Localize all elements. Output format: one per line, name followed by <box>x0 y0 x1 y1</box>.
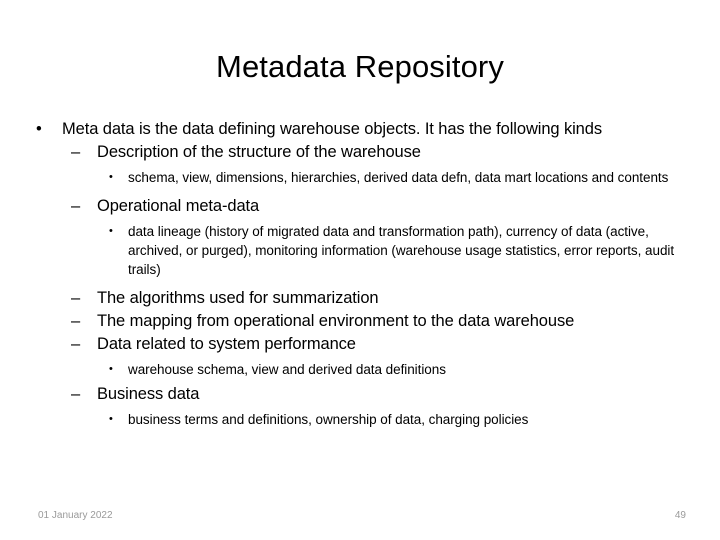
bullet-item-level3: • schema, view, dimensions, hierarchies,… <box>0 168 720 187</box>
dash-icon: – <box>71 385 81 403</box>
bullet-text: Operational meta-data <box>97 197 260 215</box>
slide: Metadata Repository • Meta data is the d… <box>0 0 720 540</box>
bullet-item-level2: – The algorithms used for summarization <box>0 287 720 310</box>
dash-icon: – <box>71 289 81 307</box>
bullet-text: data lineage (history of migrated data a… <box>128 224 675 277</box>
bullet-text: The mapping from operational environment… <box>97 312 575 330</box>
bullet-item-level3: • data lineage (history of migrated data… <box>0 222 720 279</box>
bullet-text: business terms and definitions, ownershi… <box>128 412 529 427</box>
bullet-item-level3: • warehouse schema, view and derived dat… <box>0 360 720 379</box>
bullet-item-level2: – Description of the structure of the wa… <box>0 141 720 164</box>
bullet-text: Data related to system performance <box>97 335 356 353</box>
footer-page-number: 49 <box>674 510 686 521</box>
dash-icon: – <box>71 143 81 161</box>
dash-icon: – <box>71 312 81 330</box>
bullet-text: Meta data is the data defining warehouse… <box>62 120 602 138</box>
bullet-text: schema, view, dimensions, hierarchies, d… <box>128 170 669 185</box>
slide-body: • Meta data is the data defining warehou… <box>0 118 720 429</box>
bullet-item-level2: – The mapping from operational environme… <box>0 310 720 333</box>
bullet-item-level2: – Data related to system performance <box>0 333 720 356</box>
page-title: Metadata Repository <box>216 49 504 84</box>
bullet-text: The algorithms used for summarization <box>97 289 379 307</box>
bullet-dot-icon: • <box>109 171 113 183</box>
dash-icon: – <box>71 335 81 353</box>
bullet-dot-icon: • <box>109 413 113 425</box>
bullet-item-level2: – Business data <box>0 383 720 406</box>
bullet-dot-icon: • <box>109 363 113 375</box>
bullet-dot-icon: • <box>36 120 42 138</box>
bullet-dot-icon: • <box>109 225 113 237</box>
bullet-item-level2: – Operational meta-data <box>0 195 720 218</box>
bullet-text: Business data <box>97 385 200 403</box>
bullet-item-level1: • Meta data is the data defining warehou… <box>0 118 720 141</box>
bullet-item-level3: • business terms and definitions, owners… <box>0 410 720 429</box>
dash-icon: – <box>71 197 81 215</box>
bullet-text: Description of the structure of the ware… <box>97 143 421 161</box>
bullet-text: warehouse schema, view and derived data … <box>128 362 446 377</box>
